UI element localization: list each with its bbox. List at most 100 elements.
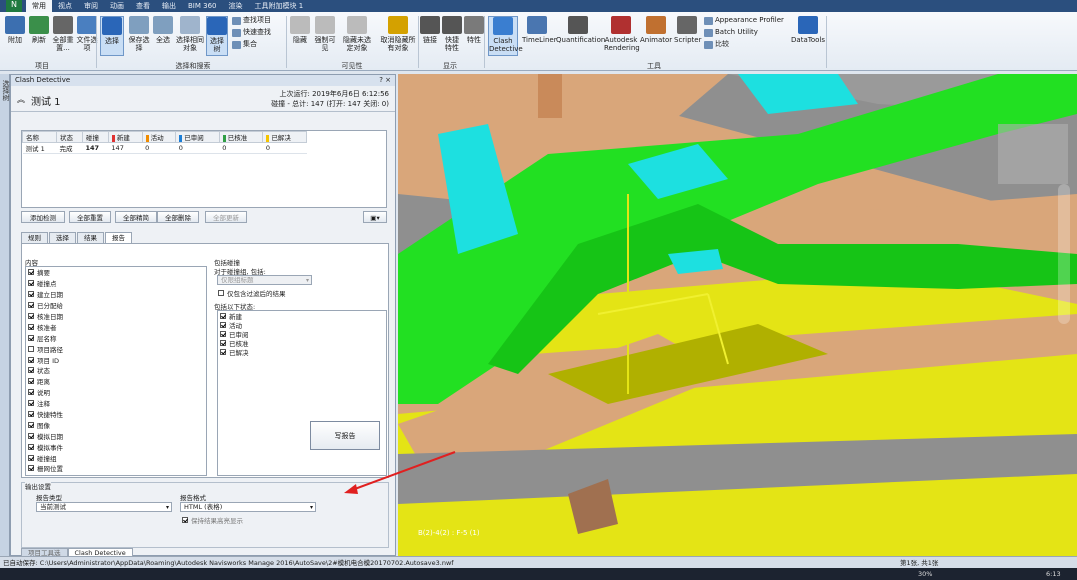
ribbon-button-13[interactable]: 链接: [420, 16, 440, 56]
ribbon-button-11[interactable]: 隐藏未选定对象: [340, 16, 374, 56]
checkbox[interactable]: [28, 313, 34, 319]
ribbon-button-12[interactable]: 取消隐藏所有对象: [378, 16, 418, 56]
grid-header-6[interactable]: 已核准: [218, 131, 264, 143]
ribbon-button-2[interactable]: 全部重置...: [52, 16, 74, 56]
keep-highlight-checkbox[interactable]: 保持结果高亮显示: [180, 515, 243, 525]
ribbon-button-19[interactable]: Autodesk Rendering: [604, 16, 640, 56]
ribbon-button-9[interactable]: 隐藏: [290, 16, 310, 56]
close-icon[interactable]: ? ×: [379, 75, 391, 86]
ribbon-button-1[interactable]: 刷新: [28, 16, 50, 56]
checkbox[interactable]: [28, 411, 34, 418]
ribbon-small-5[interactable]: 比较: [704, 40, 729, 49]
ribbon-button-14[interactable]: 快捷特性: [442, 16, 462, 56]
panel-button-0[interactable]: 添加检测: [21, 211, 65, 223]
tab-选择[interactable]: 选择: [49, 232, 76, 243]
report-type-select[interactable]: 当前测试: [36, 502, 172, 512]
grid-header-0[interactable]: 名称: [22, 131, 57, 143]
ribbon-button-17[interactable]: TimeLiner: [522, 16, 557, 56]
checkbox[interactable]: [28, 269, 34, 276]
app-menu-button[interactable]: N: [6, 0, 22, 12]
tab-7[interactable]: 渲染: [223, 0, 249, 12]
panel-button-3[interactable]: 全部删除: [157, 211, 199, 223]
content-item[interactable]: 注释: [26, 398, 206, 409]
collapse-icon[interactable]: ︽: [17, 94, 25, 105]
tab-5[interactable]: 输出: [156, 0, 182, 12]
selection-tree-strip[interactable]: 选择树: [0, 74, 10, 556]
grid-header-7[interactable]: 已解决: [262, 131, 307, 143]
checkbox[interactable]: [28, 378, 34, 385]
checkbox[interactable]: [28, 291, 34, 298]
ribbon-small-3[interactable]: Appearance Profiler: [704, 16, 784, 25]
ribbon-small-2[interactable]: 集合: [232, 40, 257, 49]
panel-button-4[interactable]: 全部更新: [205, 211, 247, 223]
filter-checkbox[interactable]: 仅包含过滤后的结果: [216, 288, 286, 298]
navigation-bar[interactable]: [1058, 184, 1070, 324]
tab-2[interactable]: 审阅: [78, 0, 104, 12]
checkbox[interactable]: [28, 345, 34, 352]
ribbon-button-22[interactable]: DataTools: [790, 16, 826, 56]
content-item[interactable]: 已分配给: [26, 300, 206, 311]
tab-3[interactable]: 动画: [104, 0, 130, 12]
ribbon-button-3[interactable]: 文件选项: [76, 16, 98, 56]
ribbon-button-0[interactable]: 附加: [4, 16, 26, 56]
content-item[interactable]: 图像: [26, 419, 206, 430]
grid-header-4[interactable]: 活动: [141, 131, 177, 143]
grid-header-1[interactable]: 状态: [55, 131, 83, 143]
checkbox[interactable]: [28, 280, 34, 287]
checkbox[interactable]: [220, 330, 226, 337]
content-item[interactable]: 距离: [26, 376, 206, 387]
tab-报告[interactable]: 报告: [105, 232, 132, 243]
tab-6[interactable]: BIM 360: [182, 0, 223, 12]
checkbox[interactable]: [220, 312, 226, 319]
export-button[interactable]: ▣▾: [363, 211, 387, 223]
content-item[interactable]: 层名称: [26, 332, 206, 343]
content-item[interactable]: 模拟日期: [26, 430, 206, 441]
checkbox[interactable]: [28, 334, 34, 341]
checkbox[interactable]: [220, 321, 226, 328]
checkbox[interactable]: [28, 367, 34, 374]
content-item[interactable]: 碰撞点: [26, 278, 206, 289]
checkbox[interactable]: [28, 432, 34, 439]
ribbon-button-4[interactable]: 选择: [100, 16, 124, 56]
content-item[interactable]: 核准日期: [26, 311, 206, 322]
tab-8[interactable]: 工具附加模块 1: [249, 0, 310, 12]
report-format-select[interactable]: HTML (表格): [180, 502, 316, 512]
content-item[interactable]: 栅网位置: [26, 463, 206, 474]
checkbox[interactable]: [28, 302, 34, 309]
content-item[interactable]: 说明: [26, 387, 206, 398]
3d-viewport[interactable]: [398, 74, 1077, 556]
content-item[interactable]: 核准者: [26, 321, 206, 332]
ribbon-button-8[interactable]: 选择树: [206, 16, 228, 56]
content-item[interactable]: 模拟事件: [26, 441, 206, 452]
grid-header-2[interactable]: 碰撞: [81, 131, 109, 143]
status-item[interactable]: 新建: [218, 311, 386, 321]
tab-1[interactable]: 视点: [52, 0, 78, 12]
checkbox[interactable]: [28, 323, 34, 330]
content-item[interactable]: 项目 ID: [26, 354, 206, 365]
content-item[interactable]: 状态: [26, 365, 206, 376]
content-item[interactable]: 建立日期: [26, 289, 206, 300]
ribbon-button-5[interactable]: 保存选择: [128, 16, 150, 56]
checkbox[interactable]: [28, 421, 34, 428]
panel-button-2[interactable]: 全部精简: [115, 211, 157, 223]
ribbon-button-10[interactable]: 强制可见: [312, 16, 338, 56]
ribbon-button-18[interactable]: Quantification: [556, 16, 605, 56]
checkbox[interactable]: [28, 400, 34, 407]
tab-4[interactable]: 查看: [130, 0, 156, 12]
ribbon-button-21[interactable]: Scripter: [674, 16, 702, 56]
write-report-button[interactable]: 写报告: [310, 421, 380, 450]
content-item[interactable]: 项目路径: [26, 343, 206, 354]
content-item[interactable]: 摘要: [26, 267, 206, 278]
status-item[interactable]: 已解决: [218, 347, 386, 357]
checkbox[interactable]: [28, 465, 34, 472]
ribbon-button-15[interactable]: 特性: [464, 16, 484, 56]
tab-结果[interactable]: 结果: [77, 232, 104, 243]
table-row[interactable]: 测试 1 完成 147 147 0 0 0 0: [22, 142, 307, 154]
checkbox[interactable]: [28, 356, 34, 363]
tab-0[interactable]: 常用: [26, 0, 52, 12]
content-item[interactable]: 碰撞组: [26, 452, 206, 463]
ribbon-small-0[interactable]: 查找项目: [232, 16, 271, 25]
grid-header-3[interactable]: 新建: [107, 131, 143, 143]
ribbon-button-6[interactable]: 全选: [152, 16, 174, 56]
grid-header-5[interactable]: 已审阅: [175, 131, 220, 143]
